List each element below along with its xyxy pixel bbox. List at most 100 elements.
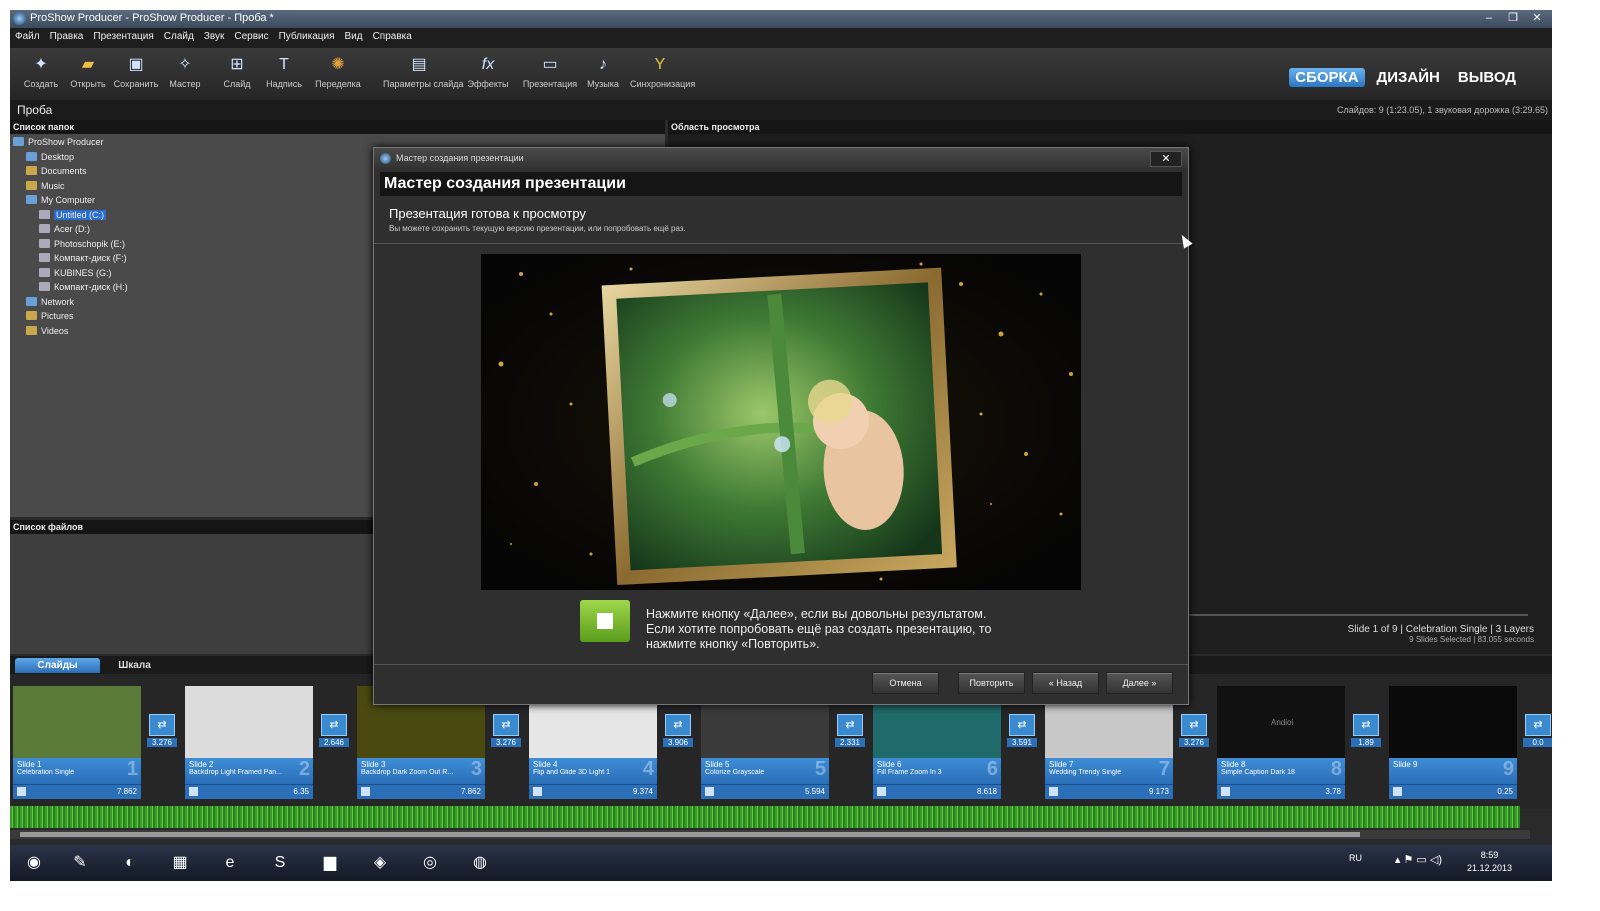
transition-icon[interactable]: ⇄ (1181, 714, 1207, 736)
scrollbar-thumb[interactable] (20, 832, 1360, 837)
save-button[interactable]: ▣ Сохранить (108, 54, 164, 89)
transition-duration[interactable]: 0.0 (1523, 738, 1552, 747)
play-icon[interactable] (877, 787, 886, 796)
slide-duration[interactable]: 6.35 (293, 787, 309, 796)
network-app-icon[interactable]: ▦ (160, 849, 200, 877)
transition-icon[interactable]: ⇄ (665, 714, 691, 736)
folder-tree-item[interactable]: Music (13, 180, 128, 196)
skype-icon[interactable]: S (260, 849, 300, 877)
sync-button[interactable]: Y Синхронизация (630, 54, 695, 89)
back-button[interactable]: « Назад (1032, 672, 1099, 694)
retry-button[interactable]: Повторить (958, 672, 1025, 694)
transition-icon[interactable]: ⇄ (1009, 714, 1035, 736)
slide-thumbnail[interactable] (185, 686, 313, 758)
folder-tree-item[interactable]: Компакт-диск (F:) (13, 253, 128, 268)
transition-icon[interactable]: ⇄ (321, 714, 347, 736)
mode-design[interactable]: ДИЗАЙН (1371, 68, 1446, 87)
chrome-icon[interactable]: ◎ (410, 849, 450, 877)
transition[interactable]: ⇄ 3.276 (491, 714, 521, 747)
transition[interactable]: ⇄ 0.0 (1523, 714, 1552, 747)
play-icon[interactable] (705, 787, 714, 796)
tab-slides[interactable]: Слайды (15, 658, 100, 673)
transition-duration[interactable]: 3.276 (1179, 738, 1209, 747)
transition-icon[interactable]: ⇄ (1525, 714, 1551, 736)
tray-icons[interactable]: ▴ ⚑ ▭ ◁) (1395, 853, 1442, 866)
mode-build[interactable]: СБОРКА (1289, 68, 1365, 87)
folder-tree-item[interactable]: Untitled (C:) (13, 209, 128, 225)
folder-tree-item[interactable]: Videos (13, 325, 128, 341)
remix-button[interactable]: ✺ Переделка (310, 54, 366, 89)
folder-tree-item[interactable]: KUBINES (G:) (13, 267, 128, 283)
dialog-close-button[interactable]: ✕ (1150, 151, 1182, 167)
slide-duration[interactable]: 0.25 (1497, 787, 1513, 796)
paint-icon[interactable]: ✎ (60, 849, 100, 877)
play-icon[interactable] (17, 787, 26, 796)
transition[interactable]: ⇄ 3.591 (1007, 714, 1037, 747)
tab-timeline[interactable]: Шкала (102, 658, 167, 673)
media-icon[interactable]: ◈ (360, 849, 400, 877)
audio-waveform[interactable] (10, 806, 1520, 828)
menu-tools[interactable]: Сервис (229, 28, 273, 42)
wizard-button[interactable]: ✧ Мастер (157, 54, 213, 89)
slide-duration[interactable]: 5.594 (805, 787, 825, 796)
close-window-button[interactable]: ✕ (1526, 11, 1548, 26)
slide-thumbnail[interactable]: Andioi (1217, 686, 1345, 758)
music-button[interactable]: ♪ Музыка (575, 54, 631, 89)
mode-output[interactable]: ВЫВОД (1452, 68, 1522, 87)
folder-tree-item[interactable]: Desktop (13, 151, 128, 167)
slide-card[interactable]: Slide 2 Backdrop Light Framed Pan... 2 6.35 (185, 686, 313, 799)
transition-duration[interactable]: 3.276 (147, 738, 177, 747)
slide-card[interactable]: Andioi Slide 8 Simple Caption Dark 18 8 3.78 (1217, 686, 1345, 799)
menu-show[interactable]: Презентация (88, 28, 158, 42)
slide-duration[interactable]: 7.862 (461, 787, 481, 796)
folder-tree-item[interactable]: My Computer (13, 195, 128, 210)
menu-slide[interactable]: Слайд (159, 28, 199, 42)
slide-duration[interactable]: 8.618 (977, 787, 997, 796)
menu-help[interactable]: Справка (368, 28, 417, 42)
folder-tree-item[interactable]: Photoschopik (E:) (13, 238, 128, 254)
menu-edit[interactable]: Правка (45, 28, 89, 42)
minimize-button[interactable]: – (1478, 11, 1500, 26)
next-button[interactable]: Далее » (1106, 672, 1173, 694)
transition[interactable]: ⇄ 1.89 (1351, 714, 1381, 747)
transition[interactable]: ⇄ 3.276 (147, 714, 177, 747)
menu-publish[interactable]: Публикация (274, 28, 340, 42)
slide-card[interactable]: Slide 1 Celebration Single 1 7.862 (13, 686, 141, 799)
firefox-icon[interactable]: ◐ (110, 849, 150, 877)
start-orb-icon[interactable]: ◉ (14, 849, 54, 877)
folder-tree-item[interactable]: Acer (D:) (13, 224, 128, 239)
presentation-button[interactable]: ▭ Презентация (522, 54, 578, 89)
slide-options-button[interactable]: ▤ Параметры слайда (383, 54, 464, 89)
transition[interactable]: ⇄ 3.906 (663, 714, 693, 747)
transition[interactable]: ⇄ 2.331 (835, 714, 865, 747)
slide-list-scrollbar[interactable] (10, 830, 1530, 839)
folder-tree-item[interactable]: Pictures (13, 311, 128, 326)
menu-audio[interactable]: Звук (199, 28, 230, 42)
slide-duration[interactable]: 7.862 (117, 787, 137, 796)
proshow-icon[interactable]: ◍ (460, 849, 500, 877)
transition-duration[interactable]: 2.331 (835, 738, 865, 747)
effects-button[interactable]: fx Эффекты (460, 54, 516, 89)
transition-icon[interactable]: ⇄ (1353, 714, 1379, 736)
explorer-icon[interactable]: ▆ (310, 849, 350, 877)
maximize-button[interactable]: ❐ (1502, 11, 1524, 26)
play-icon[interactable] (1393, 787, 1402, 796)
preview-scrub[interactable] (1188, 614, 1528, 616)
transition-duration[interactable]: 3.276 (491, 738, 521, 747)
menu-file[interactable]: Файл (10, 28, 45, 42)
play-icon[interactable] (1221, 787, 1230, 796)
play-icon[interactable] (533, 787, 542, 796)
play-icon[interactable] (189, 787, 198, 796)
transition-icon[interactable]: ⇄ (493, 714, 519, 736)
slide-card[interactable]: Slide 9 9 0.25 (1389, 686, 1517, 799)
play-icon[interactable] (361, 787, 370, 796)
folder-tree-item[interactable]: Documents (13, 166, 128, 181)
transition-duration[interactable]: 2.646 (319, 738, 349, 747)
slide-duration[interactable]: 9.173 (1149, 787, 1169, 796)
menu-view[interactable]: Вид (339, 28, 367, 42)
folder-tree-item[interactable]: Network (13, 296, 128, 312)
transition-icon[interactable]: ⇄ (149, 714, 175, 736)
slide-duration[interactable]: 3.78 (1325, 787, 1341, 796)
tray-clock[interactable]: 8:59 21.12.2013 (1467, 849, 1512, 875)
transition[interactable]: ⇄ 3.276 (1179, 714, 1209, 747)
